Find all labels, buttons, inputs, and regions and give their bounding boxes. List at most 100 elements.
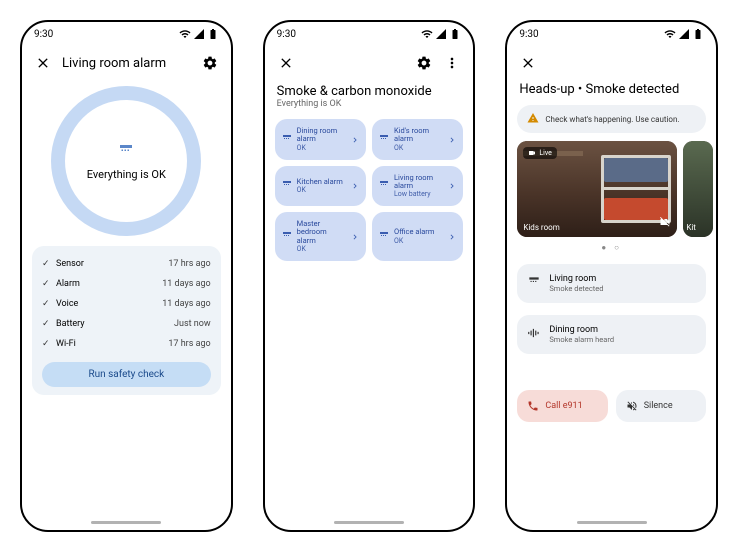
- live-label: Live: [539, 149, 552, 157]
- alarm-card[interactable]: Master bedroom alarmOK: [275, 212, 366, 261]
- call-e911-button[interactable]: Call e911: [517, 390, 607, 422]
- phone-2: 9:30 Smoke & carbon monoxide Everything …: [263, 20, 476, 532]
- camera-muted-icon: [659, 213, 671, 232]
- status-text: Everything is OK: [87, 168, 166, 181]
- alert-card[interactable]: Living room Smoke detected: [517, 264, 706, 303]
- alarm-device-icon: [281, 227, 293, 246]
- alarm-status: OK: [297, 186, 346, 194]
- home-indicator: [334, 521, 404, 524]
- status-bar: 9:30: [265, 22, 474, 46]
- alarm-status: Low battery: [394, 190, 443, 198]
- alarm-card[interactable]: Living room alarmLow battery: [372, 166, 463, 207]
- close-icon[interactable]: [34, 54, 52, 72]
- alarm-device-icon: [117, 142, 135, 164]
- alarm-name: Kitchen alarm: [297, 178, 346, 186]
- page-title: Living room alarm: [62, 56, 191, 71]
- silence-label: Silence: [644, 401, 673, 411]
- alert-room: Dining room: [549, 325, 614, 335]
- close-icon[interactable]: [519, 54, 537, 72]
- phone-1: 9:30 Living room alarm Everything is OK: [20, 20, 233, 532]
- alarm-device-icon: [281, 176, 293, 195]
- action-row: Call e911 Silence: [507, 360, 716, 422]
- home-indicator: [91, 521, 161, 524]
- alarm-name: Office alarm: [394, 228, 443, 236]
- top-bar: [265, 46, 474, 80]
- signal-icon: [678, 28, 690, 40]
- check-label: Voice: [56, 299, 162, 309]
- alarm-device-icon: [378, 176, 390, 195]
- check-row: ✓ Alarm 11 days ago: [42, 274, 211, 294]
- alarm-card[interactable]: Kid's room alarmOK: [372, 119, 463, 160]
- check-row: ✓ Sensor 17 hrs ago: [42, 254, 211, 274]
- camera-label: Kit: [686, 223, 696, 232]
- alarm-device-icon: [378, 130, 390, 149]
- page-subtitle: Everything is OK: [265, 99, 474, 119]
- alert-detail: Smoke detected: [549, 284, 603, 293]
- content: Everything is OK ✓ Sensor 17 hrs ago ✓ A…: [22, 80, 231, 530]
- alarm-device-icon: [281, 130, 293, 149]
- page-dots: ● ○: [507, 243, 716, 252]
- chevron-right-icon: [350, 130, 360, 149]
- check-row: ✓ Battery Just now: [42, 314, 211, 334]
- check-label: Battery: [56, 319, 174, 329]
- phone-3: 9:30 Heads-up • Smoke detected Check wha…: [505, 20, 718, 532]
- alert-room: Living room: [549, 274, 603, 284]
- camera-row: Live Kids room Kit: [507, 141, 716, 237]
- live-pill: Live: [523, 147, 557, 159]
- warning-icon: [527, 112, 539, 126]
- alarm-name: Master bedroom alarm: [297, 220, 346, 245]
- close-icon[interactable]: [277, 54, 295, 72]
- check-icon: ✓: [42, 339, 56, 349]
- top-bar: Living room alarm: [22, 46, 231, 80]
- alert-card[interactable]: Dining room Smoke alarm heard: [517, 315, 706, 354]
- alarm-card[interactable]: Kitchen alarmOK: [275, 166, 366, 207]
- gear-icon[interactable]: [201, 54, 219, 72]
- camera-label: Kids room: [523, 223, 559, 232]
- page-title: Heads-up • Smoke detected: [507, 80, 716, 105]
- check-label: Sensor: [56, 259, 168, 269]
- alarm-status: OK: [297, 144, 346, 152]
- sound-icon: [527, 325, 541, 344]
- silence-button[interactable]: Silence: [616, 390, 706, 422]
- alarm-card[interactable]: Dining room alarmOK: [275, 119, 366, 160]
- check-icon: ✓: [42, 319, 56, 329]
- check-icon: ✓: [42, 259, 56, 269]
- check-row: ✓ Wi-Fi 17 hrs ago: [42, 334, 211, 354]
- alarm-status: OK: [394, 237, 443, 245]
- warning-chip: Check what's happening. Use caution.: [517, 105, 706, 133]
- more-icon[interactable]: [443, 54, 461, 72]
- check-time: Just now: [174, 319, 211, 329]
- signal-icon: [193, 28, 205, 40]
- chevron-right-icon: [350, 227, 360, 246]
- status-time: 9:30: [277, 29, 296, 40]
- battery-icon: [692, 28, 704, 40]
- signal-icon: [435, 28, 447, 40]
- alert-detail: Smoke alarm heard: [549, 335, 614, 344]
- alarm-card[interactable]: Office alarmOK: [372, 212, 463, 261]
- page-title: Smoke & carbon monoxide: [265, 80, 474, 99]
- phone-icon: [527, 400, 539, 412]
- check-time: 17 hrs ago: [168, 259, 210, 269]
- status-ring: Everything is OK: [32, 86, 221, 236]
- wifi-icon: [664, 28, 676, 40]
- camera-feed-partial[interactable]: Kit: [683, 141, 713, 237]
- home-indicator: [577, 521, 647, 524]
- status-time: 9:30: [519, 29, 538, 40]
- alarm-device-icon: [527, 274, 541, 293]
- alarm-name: Living room alarm: [394, 174, 443, 191]
- status-bar: 9:30: [507, 22, 716, 46]
- gear-icon[interactable]: [415, 54, 433, 72]
- status-time: 9:30: [34, 29, 53, 40]
- checks-list: ✓ Sensor 17 hrs ago ✓ Alarm 11 days ago …: [32, 246, 221, 395]
- chevron-right-icon: [447, 227, 457, 246]
- check-time: 17 hrs ago: [168, 339, 210, 349]
- wifi-icon: [421, 28, 433, 40]
- alarm-grid: Dining room alarmOK Kid's room alarmOK K…: [265, 119, 474, 261]
- battery-icon: [449, 28, 461, 40]
- check-label: Wi-Fi: [56, 339, 168, 349]
- camera-icon: [528, 149, 536, 157]
- run-safety-check-button[interactable]: Run safety check: [42, 362, 211, 387]
- camera-feed[interactable]: Live Kids room: [517, 141, 677, 237]
- status-icons: [179, 28, 219, 40]
- check-icon: ✓: [42, 279, 56, 289]
